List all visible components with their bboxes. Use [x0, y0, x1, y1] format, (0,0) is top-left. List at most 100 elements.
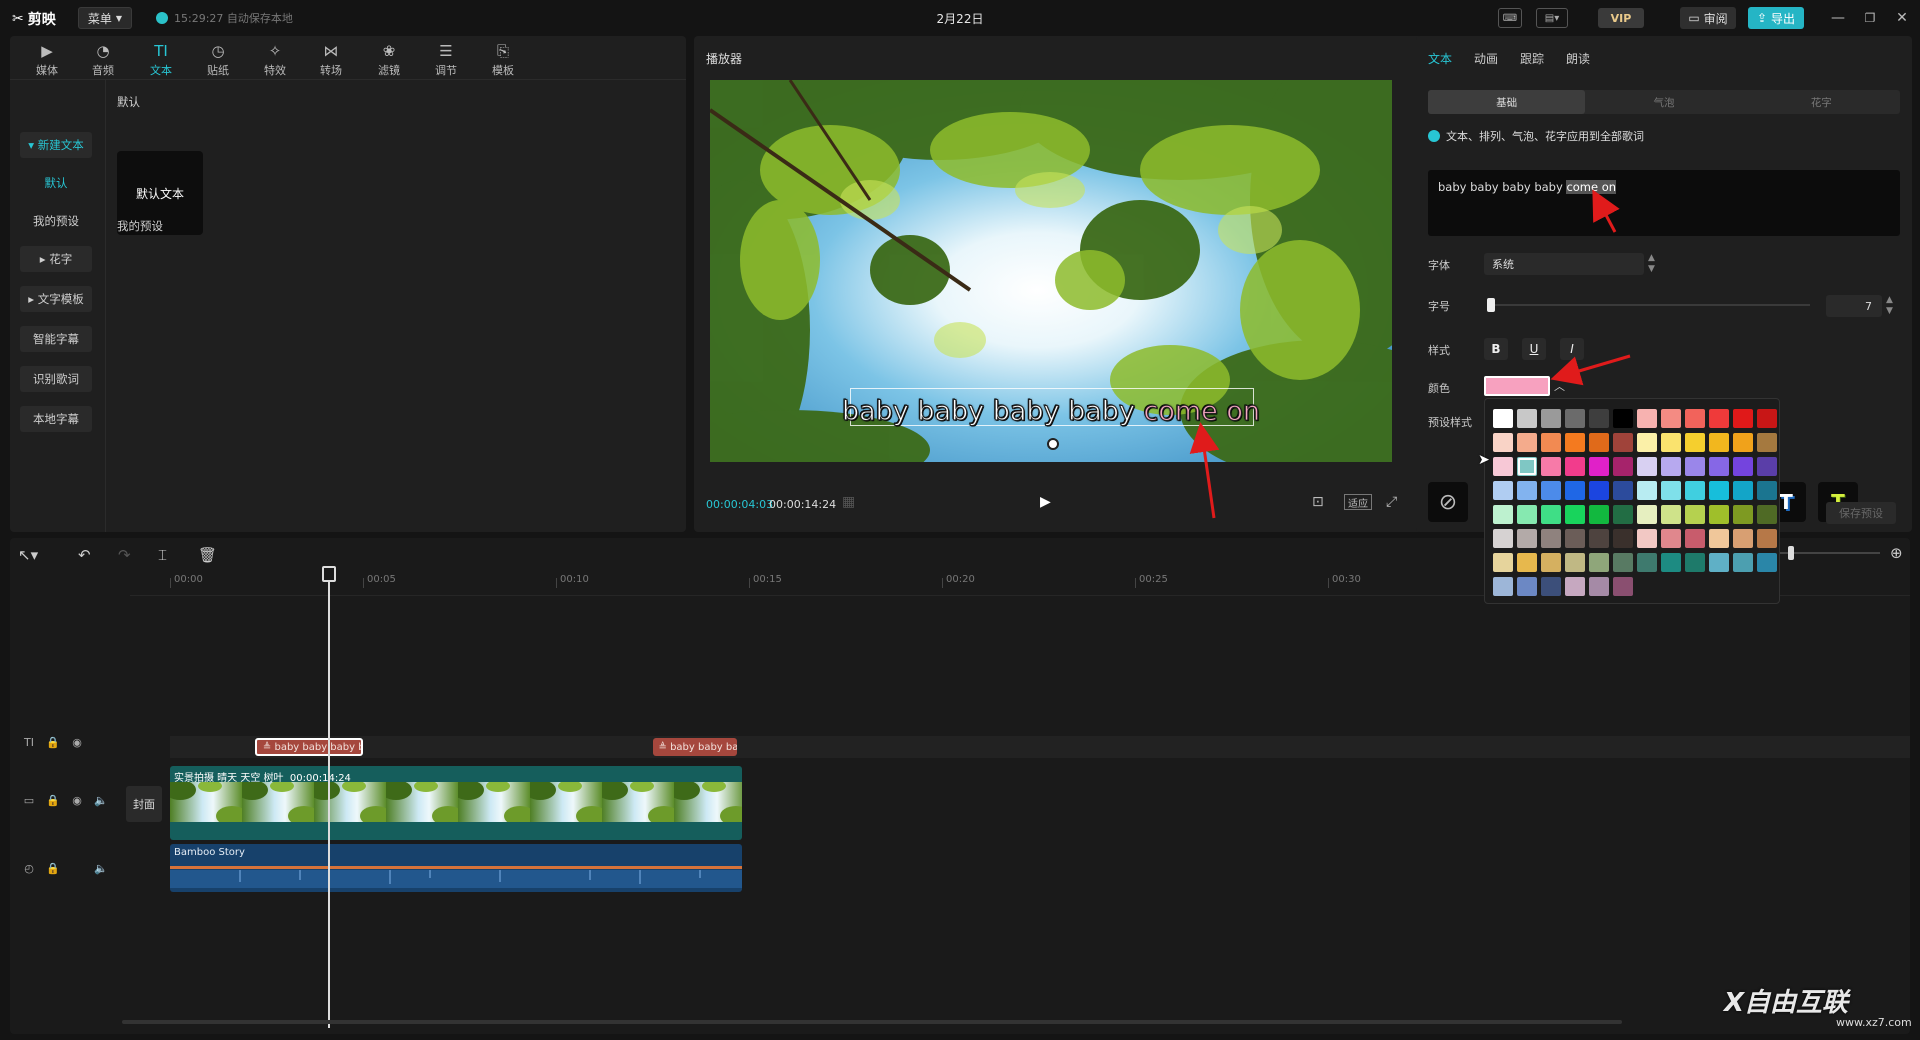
color-swatch[interactable] [1685, 505, 1705, 524]
size-slider-track[interactable] [1488, 304, 1810, 306]
color-swatch[interactable] [1541, 409, 1561, 428]
color-swatch[interactable] [1541, 577, 1561, 596]
color-swatch[interactable] [1709, 505, 1729, 524]
color-swatch[interactable] [1613, 409, 1633, 428]
color-swatch[interactable] [1685, 481, 1705, 500]
color-swatch[interactable] [1685, 457, 1705, 476]
color-swatch[interactable] [1613, 553, 1633, 572]
color-swatch[interactable] [1757, 409, 1777, 428]
color-swatch[interactable] [1757, 505, 1777, 524]
color-swatch[interactable] [1637, 457, 1657, 476]
vip-button[interactable]: VIP [1598, 8, 1644, 28]
lock-icon[interactable]: 🔒 [46, 736, 60, 749]
color-swatch[interactable] [1757, 481, 1777, 500]
color-swatch[interactable] [1589, 529, 1609, 548]
color-swatch[interactable] [1541, 553, 1561, 572]
color-swatch[interactable] [1613, 457, 1633, 476]
menu-button[interactable]: 菜单 ▼ [78, 7, 132, 29]
color-swatch[interactable] [1589, 553, 1609, 572]
lock-icon[interactable]: 🔒 [46, 862, 60, 875]
color-swatch[interactable] [1733, 409, 1753, 428]
color-swatch[interactable] [1493, 553, 1513, 572]
color-swatch[interactable] [1685, 529, 1705, 548]
color-swatch[interactable] [1517, 409, 1537, 428]
color-swatch[interactable] [1757, 433, 1777, 452]
caption-text[interactable]: baby baby baby baby come on [710, 396, 1392, 428]
color-swatch[interactable] [1637, 409, 1657, 428]
color-swatch[interactable] [1517, 553, 1537, 572]
color-swatch[interactable] [1541, 529, 1561, 548]
tab-sticker[interactable]: ◷ 贴纸 [193, 40, 243, 80]
redo-icon[interactable]: ↷ [118, 546, 131, 564]
color-swatch[interactable] [1565, 481, 1585, 500]
tab-filter[interactable]: ❀ 滤镜 [364, 40, 414, 80]
color-swatch[interactable] [1493, 577, 1513, 596]
color-swatch[interactable] [1565, 553, 1585, 572]
color-swatch[interactable] [1709, 481, 1729, 500]
color-swatch[interactable] [1541, 505, 1561, 524]
color-swatch[interactable] [1733, 481, 1753, 500]
color-swatch[interactable] [1589, 457, 1609, 476]
color-swatch[interactable] [1565, 433, 1585, 452]
segment-basic[interactable]: 基础 [1428, 90, 1586, 114]
color-swatch[interactable] [1709, 433, 1729, 452]
font-select[interactable]: 系统 [1484, 253, 1644, 275]
color-swatch[interactable] [1757, 457, 1777, 476]
color-swatch[interactable] [1637, 433, 1657, 452]
italic-button[interactable]: I [1560, 338, 1584, 360]
text-clip[interactable]: ≜ baby baby baby b [254, 738, 363, 756]
zoom-in-icon[interactable]: ⊕ [1890, 544, 1903, 562]
color-swatch[interactable] [1613, 481, 1633, 500]
tab-media[interactable]: ▶ 媒体 [22, 40, 72, 80]
select-cursor-icon[interactable]: ↖▾ [18, 546, 38, 564]
screenshot-icon[interactable]: ⊡ [1312, 494, 1324, 510]
color-swatch[interactable] [1709, 457, 1729, 476]
color-swatch[interactable] [1733, 529, 1753, 548]
color-swatch[interactable] [1661, 433, 1681, 452]
bold-button[interactable]: B [1484, 338, 1508, 360]
timeline-scrollbar[interactable] [122, 1020, 1622, 1024]
no-style-icon[interactable]: ⊘ [1428, 482, 1468, 522]
color-swatch[interactable] [1685, 433, 1705, 452]
size-stepper-icon[interactable]: ▲ ▼ [1886, 295, 1893, 317]
color-swatch[interactable] [1661, 529, 1681, 548]
color-swatch[interactable] [1541, 433, 1561, 452]
lock-icon[interactable]: 🔒 [46, 794, 60, 807]
color-swatch[interactable] [1589, 505, 1609, 524]
font-stepper-icon[interactable]: ▲ ▼ [1648, 253, 1655, 275]
color-swatch[interactable] [1637, 529, 1657, 548]
color-swatch[interactable] [1541, 457, 1561, 476]
category-local-caption[interactable]: 本地字幕 [20, 406, 92, 432]
color-swatch[interactable] [1517, 457, 1537, 476]
color-swatch[interactable] [1589, 577, 1609, 596]
tab-audio[interactable]: ◔ 音频 [78, 40, 128, 80]
color-swatch[interactable] [1733, 457, 1753, 476]
color-swatch[interactable] [1613, 577, 1633, 596]
play-icon[interactable]: ▶ [1040, 494, 1051, 510]
category-text-template[interactable]: ▸ 文字模板 [20, 286, 92, 312]
color-swatch[interactable] [1685, 553, 1705, 572]
color-swatch[interactable] [1613, 433, 1633, 452]
color-swatch[interactable] [1541, 481, 1561, 500]
color-swatch[interactable] [1613, 505, 1633, 524]
video-clip[interactable]: 实景拍摄 晴天 天空 树叶 00:00:14:24 [170, 766, 742, 840]
color-swatch[interactable] [1757, 553, 1777, 572]
color-swatch[interactable] [1493, 457, 1513, 476]
color-swatch[interactable] [1709, 409, 1729, 428]
color-swatch[interactable] [1757, 529, 1777, 548]
color-swatch[interactable] [1589, 433, 1609, 452]
tab-template[interactable]: ⎘ 模板 [478, 40, 528, 80]
chevron-up-icon[interactable]: ︿ [1554, 378, 1565, 394]
tab-tracking[interactable]: 跟踪 [1520, 50, 1544, 67]
color-swatch[interactable] [1661, 457, 1681, 476]
color-swatch[interactable] [1661, 505, 1681, 524]
tab-transition[interactable]: ⋈ 转场 [306, 40, 356, 80]
underline-button[interactable]: U [1522, 338, 1546, 360]
restore-icon[interactable]: ❐ [1858, 8, 1882, 28]
apply-all-checkbox[interactable]: 文本、排列、气泡、花字应用到全部歌词 [1428, 128, 1644, 144]
category-lyrics[interactable]: 识别歌词 [20, 366, 92, 392]
playhead-line[interactable] [328, 568, 331, 1028]
color-swatch[interactable] [1517, 577, 1537, 596]
fullscreen-icon[interactable]: ⤢ [1386, 494, 1397, 510]
color-swatch[interactable] [1733, 433, 1753, 452]
